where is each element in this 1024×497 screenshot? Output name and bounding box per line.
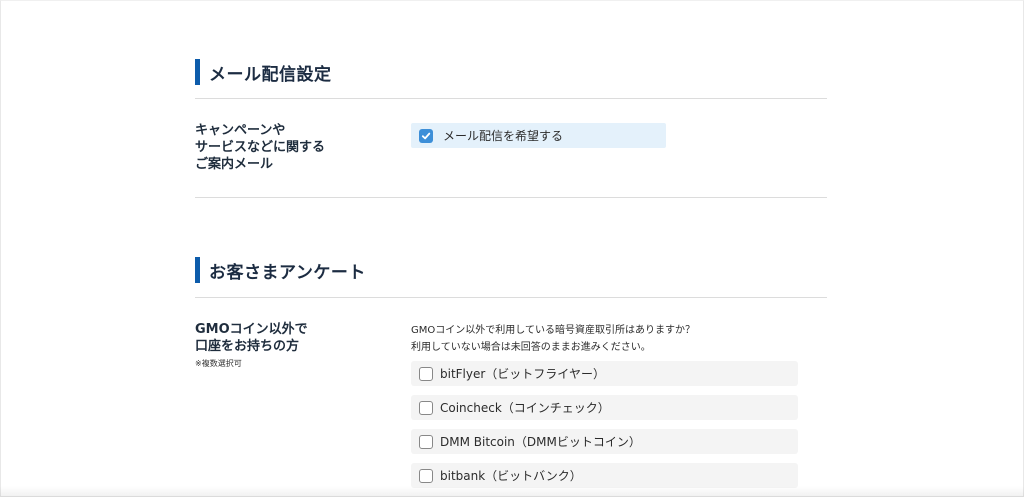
mail-section-title: メール配信設定 (195, 59, 332, 85)
survey-question: GMOコイン以外で利用している暗号資産取引所はありますか？ 利用していない場合は… (411, 322, 695, 356)
mail-section-title-text: メール配信設定 (209, 64, 332, 85)
survey-question-line: 利用していない場合は未回答のままお進みください。 (411, 342, 651, 353)
option-label[interactable]: Coincheck（コインチェック） (440, 399, 610, 416)
mail-opt-in-checkbox[interactable]: メール配信を希望する (411, 123, 666, 148)
checkbox-unchecked-icon[interactable] (419, 434, 433, 449)
option-coincheck[interactable]: Coincheck（コインチェック） (411, 395, 798, 420)
survey-row-label-line: 口座をお持ちの方 (195, 339, 300, 354)
checkbox-unchecked-icon[interactable] (419, 400, 433, 415)
mail-row-label: キャンペーンや サービスなどに関する ご案内メール (195, 122, 325, 173)
mail-section-divider-top (195, 98, 827, 99)
survey-section-title: お客さまアンケート (195, 257, 366, 283)
section-accent-bar (195, 257, 200, 283)
option-bitbank[interactable]: bitbank（ビットバンク） (411, 463, 798, 488)
checkbox-unchecked-icon[interactable] (419, 468, 433, 483)
survey-row-label: GMOコイン以外で 口座をお持ちの方 ※複数選択可 (195, 321, 308, 369)
mail-section-divider-bottom (195, 197, 827, 198)
bottom-scroll-shadow (0, 486, 1024, 497)
survey-section-divider (195, 297, 827, 298)
survey-question-line: GMOコイン以外で利用している暗号資産取引所はありますか？ (411, 325, 695, 336)
checkbox-unchecked-icon[interactable] (419, 366, 433, 381)
checkbox-checked-icon[interactable] (419, 128, 433, 143)
mail-row-label-line: サービスなどに関する (195, 140, 326, 155)
mail-row-label-line: ご案内メール (195, 157, 274, 172)
mail-opt-in-label[interactable]: メール配信を希望する (443, 127, 563, 144)
option-bitflyer[interactable]: bitFlyer（ビットフライヤー） (411, 361, 798, 386)
survey-row-label-line: GMOコイン以外で (195, 322, 308, 337)
option-dmm-bitcoin[interactable]: DMM Bitcoin（DMMビットコイン） (411, 429, 798, 454)
multi-select-note: ※複数選択可 (195, 359, 242, 368)
mail-row-label-line: キャンペーンや (195, 123, 286, 138)
option-label[interactable]: bitFlyer（ビットフライヤー） (440, 365, 605, 382)
survey-section-title-text: お客さまアンケート (209, 262, 366, 283)
option-label[interactable]: DMM Bitcoin（DMMビットコイン） (440, 433, 641, 450)
exchange-options-list: bitFlyer（ビットフライヤー） Coincheck（コインチェック） DM… (411, 361, 798, 497)
section-accent-bar (195, 59, 200, 85)
option-label[interactable]: bitbank（ビットバンク） (440, 467, 582, 484)
